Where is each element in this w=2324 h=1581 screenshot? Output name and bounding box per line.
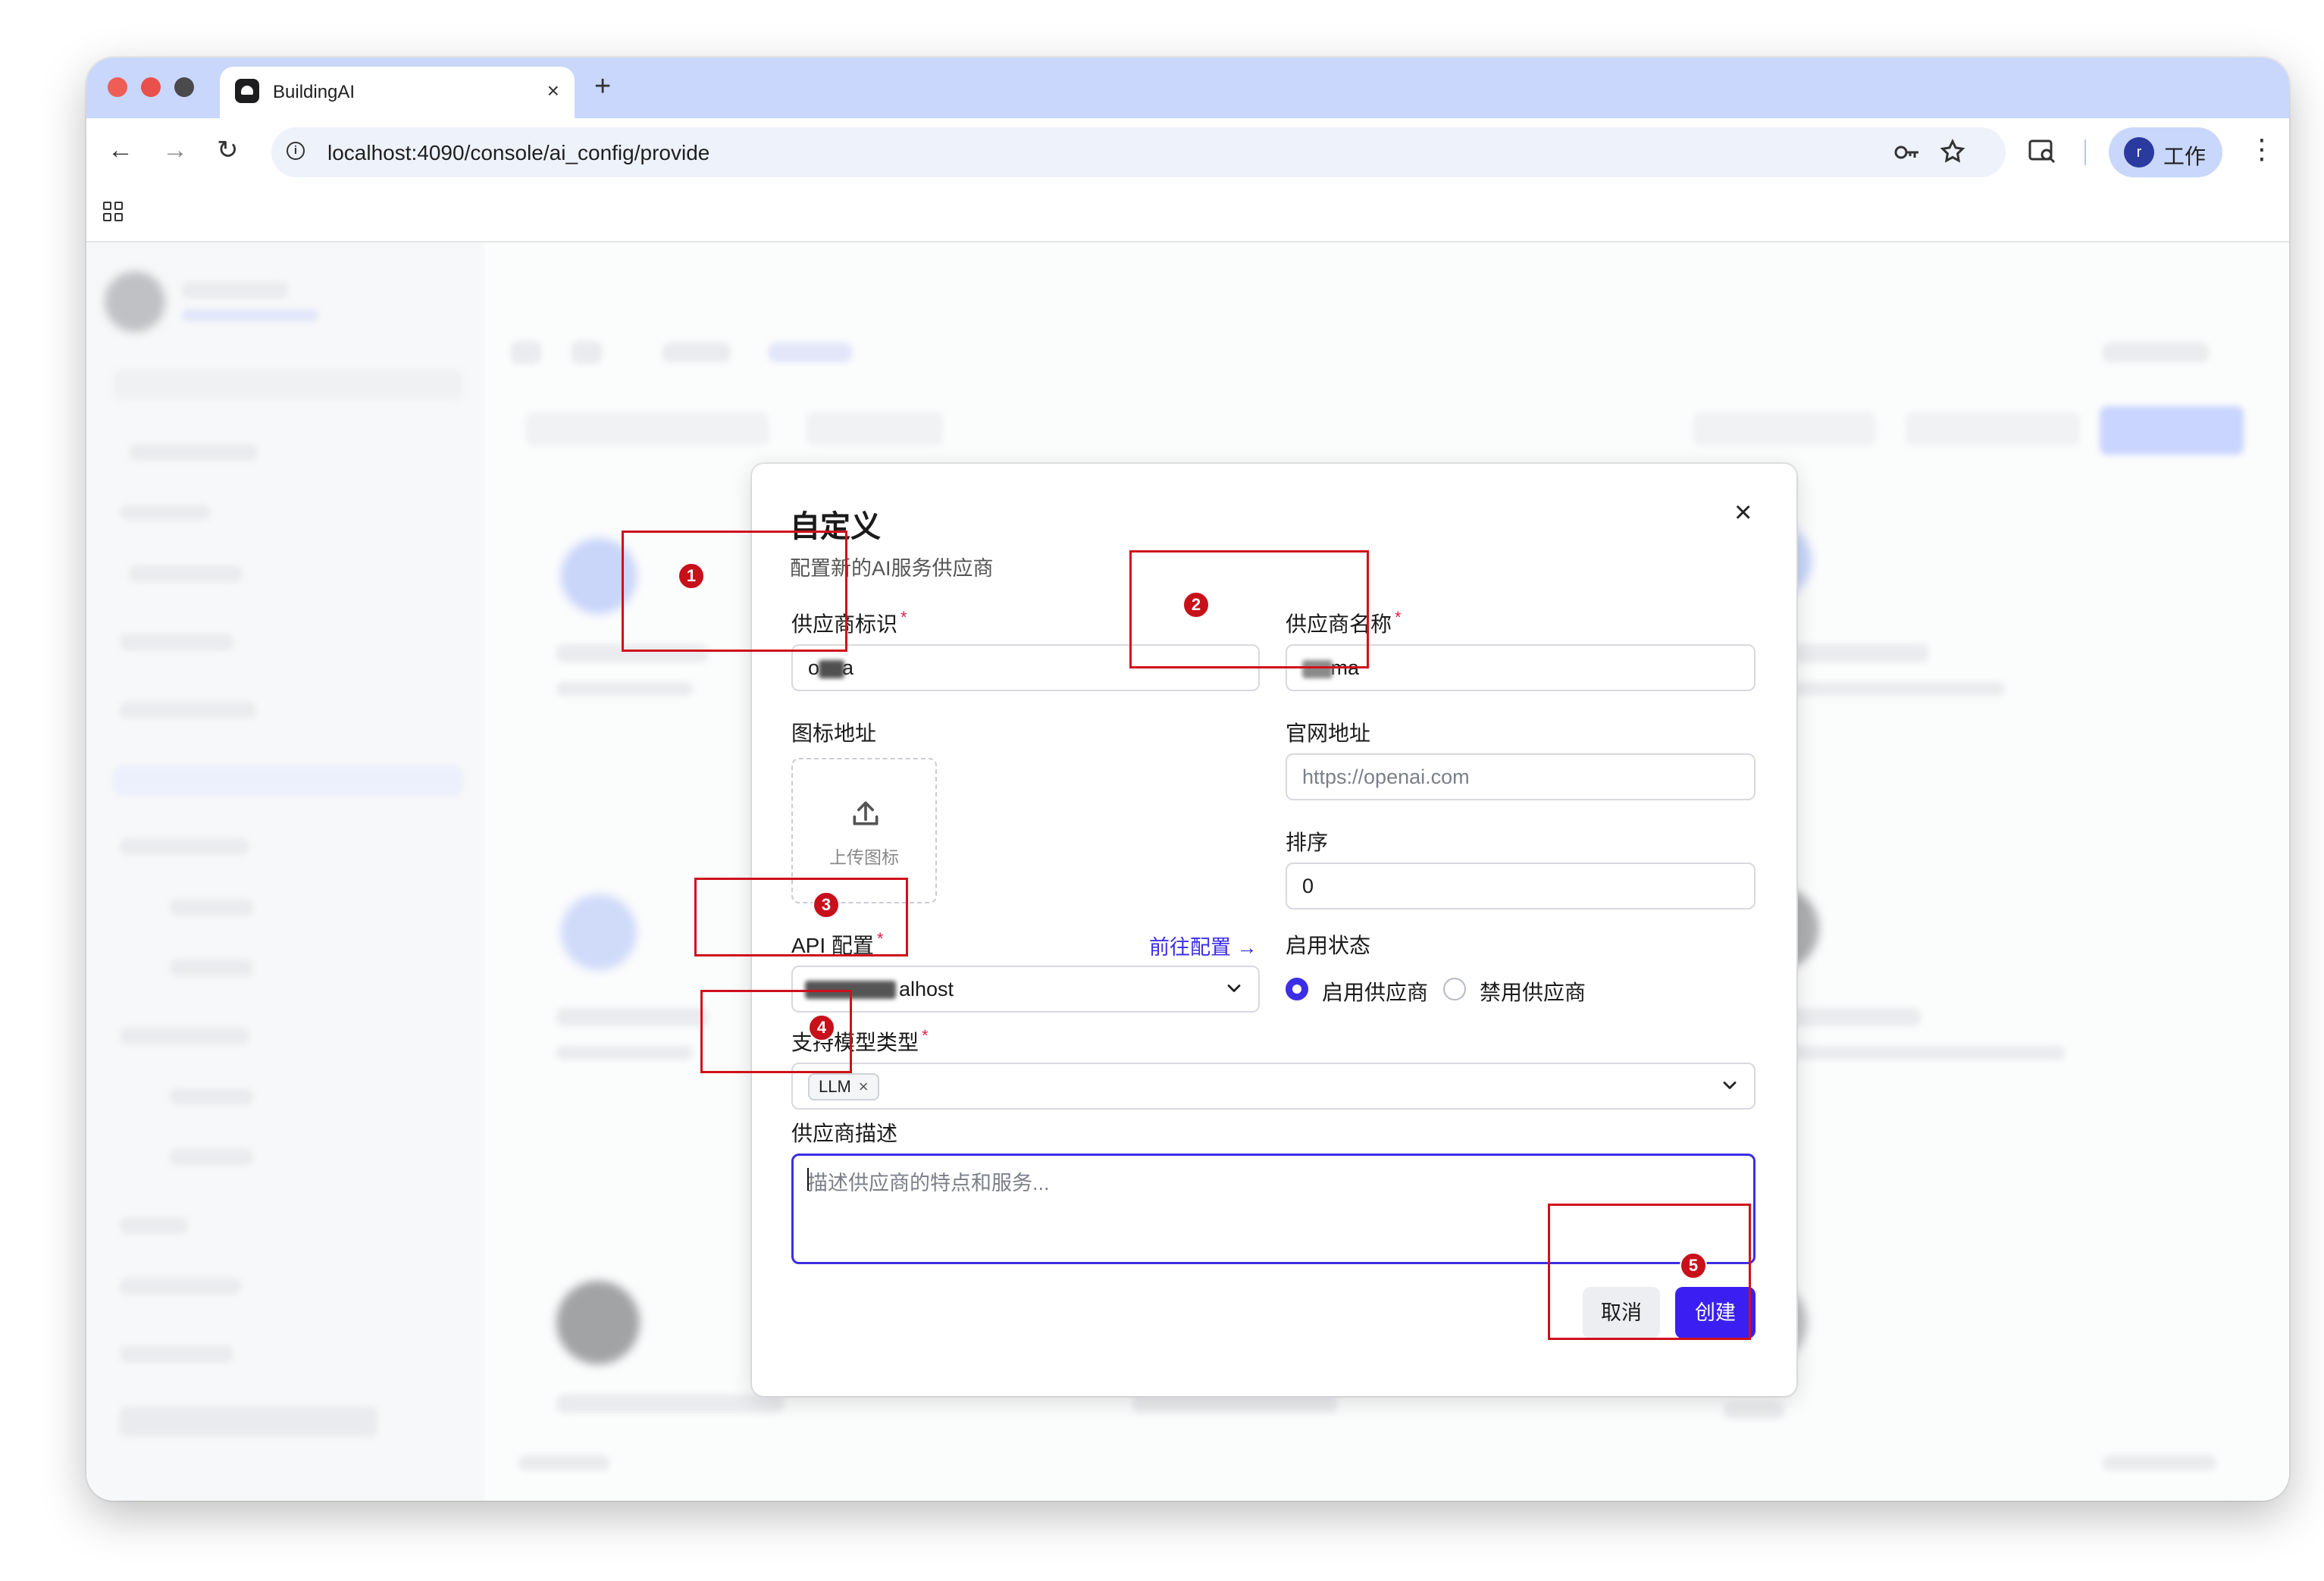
- chevron-down-icon: [1723, 1082, 1737, 1089]
- page-content-blurred: 自定义 配置新的AI服务供应商 × 供应商标识 * o a 供应商名称 * ma 图…: [86, 243, 2289, 1501]
- website-placeholder: https://openai.com: [1302, 765, 1470, 788]
- profile-label: 工作: [2163, 145, 2207, 168]
- browser-toolbar: ← → ↻ i localhost:4090/console/ai_config…: [86, 118, 2289, 186]
- chevron-down-icon: [1227, 985, 1241, 992]
- status-label: 启用状态: [1286, 934, 1371, 957]
- new-tab-button[interactable]: +: [594, 71, 611, 102]
- required-mark: *: [1395, 608, 1402, 627]
- url-text: localhost:4090/console/ai_config/provide: [327, 141, 710, 164]
- avatar: r: [2124, 137, 2154, 167]
- password-key-icon[interactable]: [1893, 141, 1921, 164]
- minimize-window-button[interactable]: [141, 77, 161, 97]
- upload-icon: [853, 801, 879, 825]
- enable-provider-label[interactable]: 启用供应商: [1322, 976, 1428, 1007]
- upload-icon-text: 上传图标: [829, 847, 899, 867]
- forward-arrow-icon[interactable]: →: [162, 133, 188, 167]
- browser-menu-icon[interactable]: ⋮: [2248, 133, 2275, 165]
- profile-button[interactable]: r 工作: [2109, 127, 2222, 177]
- arrow-right-icon: →: [1236, 936, 1258, 959]
- bookmark-star-icon[interactable]: [1939, 138, 1966, 165]
- annotation-box-5: [1548, 1204, 1751, 1340]
- tab-title: BuildingAI: [273, 82, 355, 102]
- api-config-value: alhost: [899, 978, 954, 1000]
- browser-window: BuildingAI × + ← → ↻ i localhost:4090/co…: [86, 58, 2289, 1501]
- text-caret: [807, 1168, 809, 1191]
- annotation-marker-5: 5: [1680, 1252, 1707, 1279]
- maximize-window-button[interactable]: [174, 77, 194, 97]
- model-type-chip-llm[interactable]: LLM ×: [808, 1073, 879, 1100]
- buildingai-favicon-icon: [235, 79, 259, 103]
- description-placeholder: 描述供应商的特点和服务...: [807, 1172, 1050, 1194]
- reload-icon[interactable]: ↻: [217, 133, 239, 167]
- required-mark: *: [922, 1026, 929, 1045]
- dialog-close-icon[interactable]: ×: [1734, 494, 1752, 531]
- annotation-box-2: [1129, 550, 1369, 668]
- sort-value: 0: [1302, 875, 1314, 897]
- back-arrow-icon[interactable]: ←: [108, 133, 133, 167]
- annotation-box-3: [694, 878, 908, 956]
- icon-url-label: 图标地址: [791, 722, 877, 745]
- disable-provider-radio[interactable]: [1443, 978, 1466, 1000]
- tab-buildingai[interactable]: BuildingAI ×: [220, 67, 575, 118]
- chip-remove-icon[interactable]: ×: [859, 1077, 869, 1096]
- enable-provider-radio[interactable]: [1286, 978, 1308, 1000]
- chip-label: LLM: [819, 1077, 851, 1096]
- toolbar-divider: [2084, 139, 2086, 165]
- model-types-select[interactable]: LLM ×: [791, 1063, 1756, 1110]
- annotation-marker-4: 4: [808, 1014, 835, 1041]
- close-window-button[interactable]: [108, 77, 127, 97]
- required-mark: *: [900, 608, 907, 627]
- annotation-box-1: [622, 531, 847, 652]
- tab-strip: BuildingAI × +: [86, 58, 2289, 118]
- sort-input[interactable]: 0: [1286, 863, 1756, 909]
- annotation-marker-1: 1: [678, 562, 705, 590]
- bookmarks-bar: [86, 186, 2289, 243]
- website-label: 官网地址: [1286, 722, 1371, 745]
- tab-close-icon[interactable]: ×: [547, 79, 559, 103]
- disable-provider-label[interactable]: 禁用供应商: [1480, 976, 1586, 1007]
- api-config-select[interactable]: alhost: [791, 966, 1260, 1013]
- sort-label: 排序: [1286, 831, 1329, 854]
- annotation-marker-3: 3: [813, 891, 840, 919]
- redacted-text: [819, 660, 844, 678]
- goto-config-link[interactable]: 前往配置 →: [1149, 931, 1258, 960]
- description-label: 供应商描述: [791, 1122, 898, 1145]
- annotation-marker-2: 2: [1182, 591, 1210, 618]
- goto-config-link-text: 前往配置: [1149, 936, 1231, 959]
- apps-grid-icon[interactable]: [103, 202, 126, 224]
- site-info-icon[interactable]: i: [287, 142, 305, 160]
- address-bar[interactable]: i localhost:4090/console/ai_config/provi…: [271, 127, 2006, 177]
- tab-search-icon[interactable]: [2028, 138, 2057, 165]
- website-input[interactable]: https://openai.com: [1286, 753, 1756, 800]
